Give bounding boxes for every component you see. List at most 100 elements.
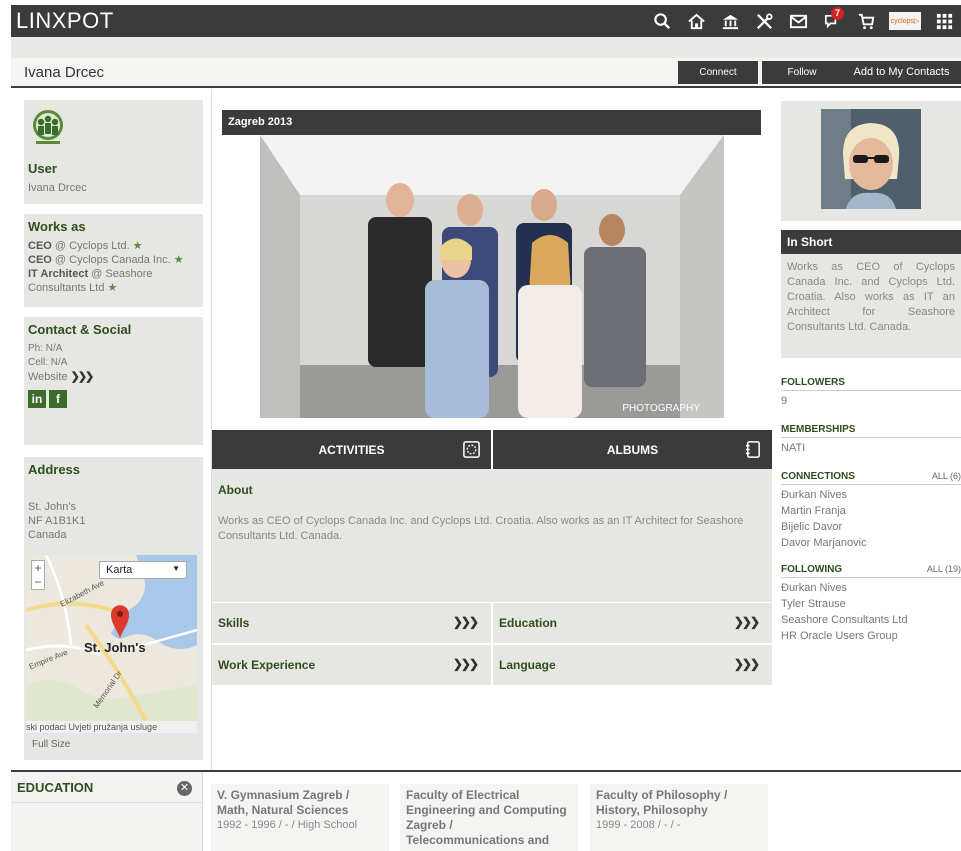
arrow-right-icon: ❯❯❯ <box>733 657 760 671</box>
main-content: Zagreb 2013 PHOTOGRAPHY ACTIVITIES ALBUM… <box>212 90 772 770</box>
star-icon: ★ <box>107 282 118 294</box>
in-short-text: Works as CEO of Cyclops Canada Inc. and … <box>781 254 961 358</box>
education-dates: 1999 - 2008 / - / - <box>596 819 681 831</box>
map-city-label: St. John's <box>84 640 146 655</box>
following-item[interactable]: Đurkan Nives <box>781 580 961 596</box>
connection-item[interactable]: Đurkan Nives <box>781 487 961 503</box>
connections-heading: CONNECTIONS ALL (6) <box>781 471 961 485</box>
user-heading: User <box>28 161 57 176</box>
notification-badge: 7 <box>831 7 844 20</box>
memberships-section: MEMBERSHIPS NATI <box>781 424 961 456</box>
job-item[interactable]: CEO @ Cyclops Canada Inc. ★ <box>28 253 199 267</box>
contact-social-box: Contact & Social Ph: N/A Cell: N/A Websi… <box>24 317 203 445</box>
tools-icon[interactable] <box>747 5 781 37</box>
divider <box>11 802 203 803</box>
mail-icon[interactable] <box>781 5 815 37</box>
photo-title: Zagreb 2013 <box>222 110 761 135</box>
website-link[interactable]: Website ❯❯❯ <box>28 370 199 384</box>
close-icon[interactable]: ✕ <box>177 781 192 796</box>
following-heading: FOLLOWING ALL (19) <box>781 564 961 578</box>
albums-icon <box>745 441 760 458</box>
education-heading: EDUCATION <box>17 780 94 795</box>
notifications-icon[interactable]: 7 <box>815 5 849 37</box>
address-map[interactable]: + − Karta ▼ St. John's Elizabeth Ave Empir… <box>26 555 197 721</box>
apps-grid-icon[interactable] <box>927 5 961 37</box>
education-card[interactable]: V. Gymnasium Zagreb / Math, Natural Scie… <box>211 784 389 851</box>
team-photo[interactable]: PHOTOGRAPHY <box>260 135 724 418</box>
right-sidebar: In Short Works as CEO of Cyclops Canada … <box>781 90 961 770</box>
connection-item[interactable]: Martin Franja <box>781 503 961 519</box>
facebook-icon[interactable]: f <box>49 390 67 408</box>
connect-button[interactable]: Connect <box>678 61 758 84</box>
following-item[interactable]: Tyler Strause <box>781 596 961 612</box>
user-type-icon <box>28 107 68 147</box>
address-line: Canada <box>28 529 67 541</box>
followers-count[interactable]: 9 <box>781 393 961 409</box>
map-type-select[interactable]: Karta ▼ <box>99 561 187 579</box>
left-sidebar: User Ivana Drcec Works as CEO @ Cyclops … <box>11 90 212 770</box>
avatar-box <box>781 101 961 221</box>
works-as-heading: Works as <box>28 219 86 234</box>
star-icon: ★ <box>173 254 184 266</box>
education-section-link[interactable]: Education ❯❯❯ <box>493 603 772 643</box>
tab-albums[interactable]: ALBUMS <box>491 430 772 469</box>
work-experience-section-link[interactable]: Work Experience ❯❯❯ <box>212 645 491 685</box>
education-panel: EDUCATION ✕ V. Gymnasium Zagreb / Math, … <box>11 770 961 851</box>
connections-all-link[interactable]: ALL (6) <box>932 471 961 481</box>
following-section: FOLLOWING ALL (19) Đurkan Nives Tyler Str… <box>781 564 961 644</box>
education-school: Faculty of Philosophy / History, Philoso… <box>596 788 728 817</box>
avatar[interactable] <box>821 109 921 209</box>
address-line: NF A1B1K1 <box>28 515 86 527</box>
connection-item[interactable]: Bijelic Davor <box>781 519 961 535</box>
user-name: Ivana Drcec <box>28 182 87 194</box>
follow-button[interactable]: Follow <box>762 61 842 84</box>
map-full-size-link[interactable]: Full Size <box>32 739 70 750</box>
activities-icon <box>463 441 480 458</box>
featured-photo[interactable]: Zagreb 2013 PHOTOGRAPHY <box>222 108 761 418</box>
cart-icon[interactable] <box>849 5 883 37</box>
star-icon: ★ <box>132 240 143 252</box>
home-icon[interactable] <box>679 5 713 37</box>
education-dates: 1992 - 1996 / - / High School <box>217 819 358 831</box>
about-heading: About <box>218 483 253 497</box>
top-icon-group: 7 cyclops▷ <box>645 5 961 37</box>
top-navigation-bar: LINXPOT 7 cyclops▷ <box>11 5 961 37</box>
arrow-right-icon: ❯❯❯ <box>452 615 479 629</box>
membership-item[interactable]: NATI <box>781 440 961 456</box>
connections-section: CONNECTIONS ALL (6) Đurkan Nives Martin F… <box>781 471 961 551</box>
add-to-contacts-button[interactable]: Add to My Contacts <box>842 61 961 84</box>
about-text: Works as CEO of Cyclops Canada Inc. and … <box>218 515 744 542</box>
education-card[interactable]: Faculty of Philosophy / History, Philoso… <box>590 784 768 851</box>
profile-header: Ivana Drcec Connect Follow Add to My Con… <box>11 58 961 88</box>
content-tabs: ACTIVITIES ALBUMS <box>212 430 772 469</box>
education-card[interactable]: Faculty of Electrical Engineering and Co… <box>400 784 578 851</box>
map-attribution[interactable]: ski podaci Uvjeti pružanja usluge <box>26 721 197 733</box>
company-switcher-logo[interactable]: cyclops▷ <box>889 12 921 30</box>
job-item[interactable]: IT Architect @ Seashore Consultants Ltd … <box>28 267 199 295</box>
tab-activities-label: ACTIVITIES <box>318 442 385 457</box>
cell-text: Cell: N/A <box>28 357 68 368</box>
user-box: User Ivana Drcec <box>24 100 203 204</box>
app-logo[interactable]: LINXPOT <box>16 8 114 34</box>
linkedin-icon[interactable]: in <box>28 390 46 408</box>
tab-activities[interactable]: ACTIVITIES <box>212 430 491 469</box>
svg-text:PHOTOGRAPHY: PHOTOGRAPHY <box>622 403 700 414</box>
about-section: About Works as CEO of Cyclops Canada Inc… <box>212 469 772 602</box>
followers-heading: FOLLOWERS <box>781 377 961 391</box>
following-item[interactable]: Seashore Consultants Ltd <box>781 612 961 628</box>
connection-item[interactable]: Davor Marjanovic <box>781 535 961 551</box>
following-all-link[interactable]: ALL (19) <box>927 564 961 574</box>
address-heading: Address <box>28 462 81 477</box>
institution-icon[interactable] <box>713 5 747 37</box>
search-icon[interactable] <box>645 5 679 37</box>
following-item[interactable]: HR Oracle Users Group <box>781 628 961 644</box>
job-item[interactable]: CEO @ Cyclops Ltd. ★ <box>28 239 199 253</box>
website-arrow-icon: ❯❯❯ <box>70 371 95 383</box>
map-zoom-controls[interactable]: + − <box>31 560 45 590</box>
skills-section-link[interactable]: Skills ❯❯❯ <box>212 603 491 643</box>
phone-text: Ph: N/A <box>28 343 63 354</box>
memberships-heading: MEMBERSHIPS <box>781 424 961 438</box>
education-panel-header: EDUCATION ✕ <box>11 772 203 851</box>
chevron-down-icon: ▼ <box>172 564 180 573</box>
language-section-link[interactable]: Language ❯❯❯ <box>493 645 772 685</box>
